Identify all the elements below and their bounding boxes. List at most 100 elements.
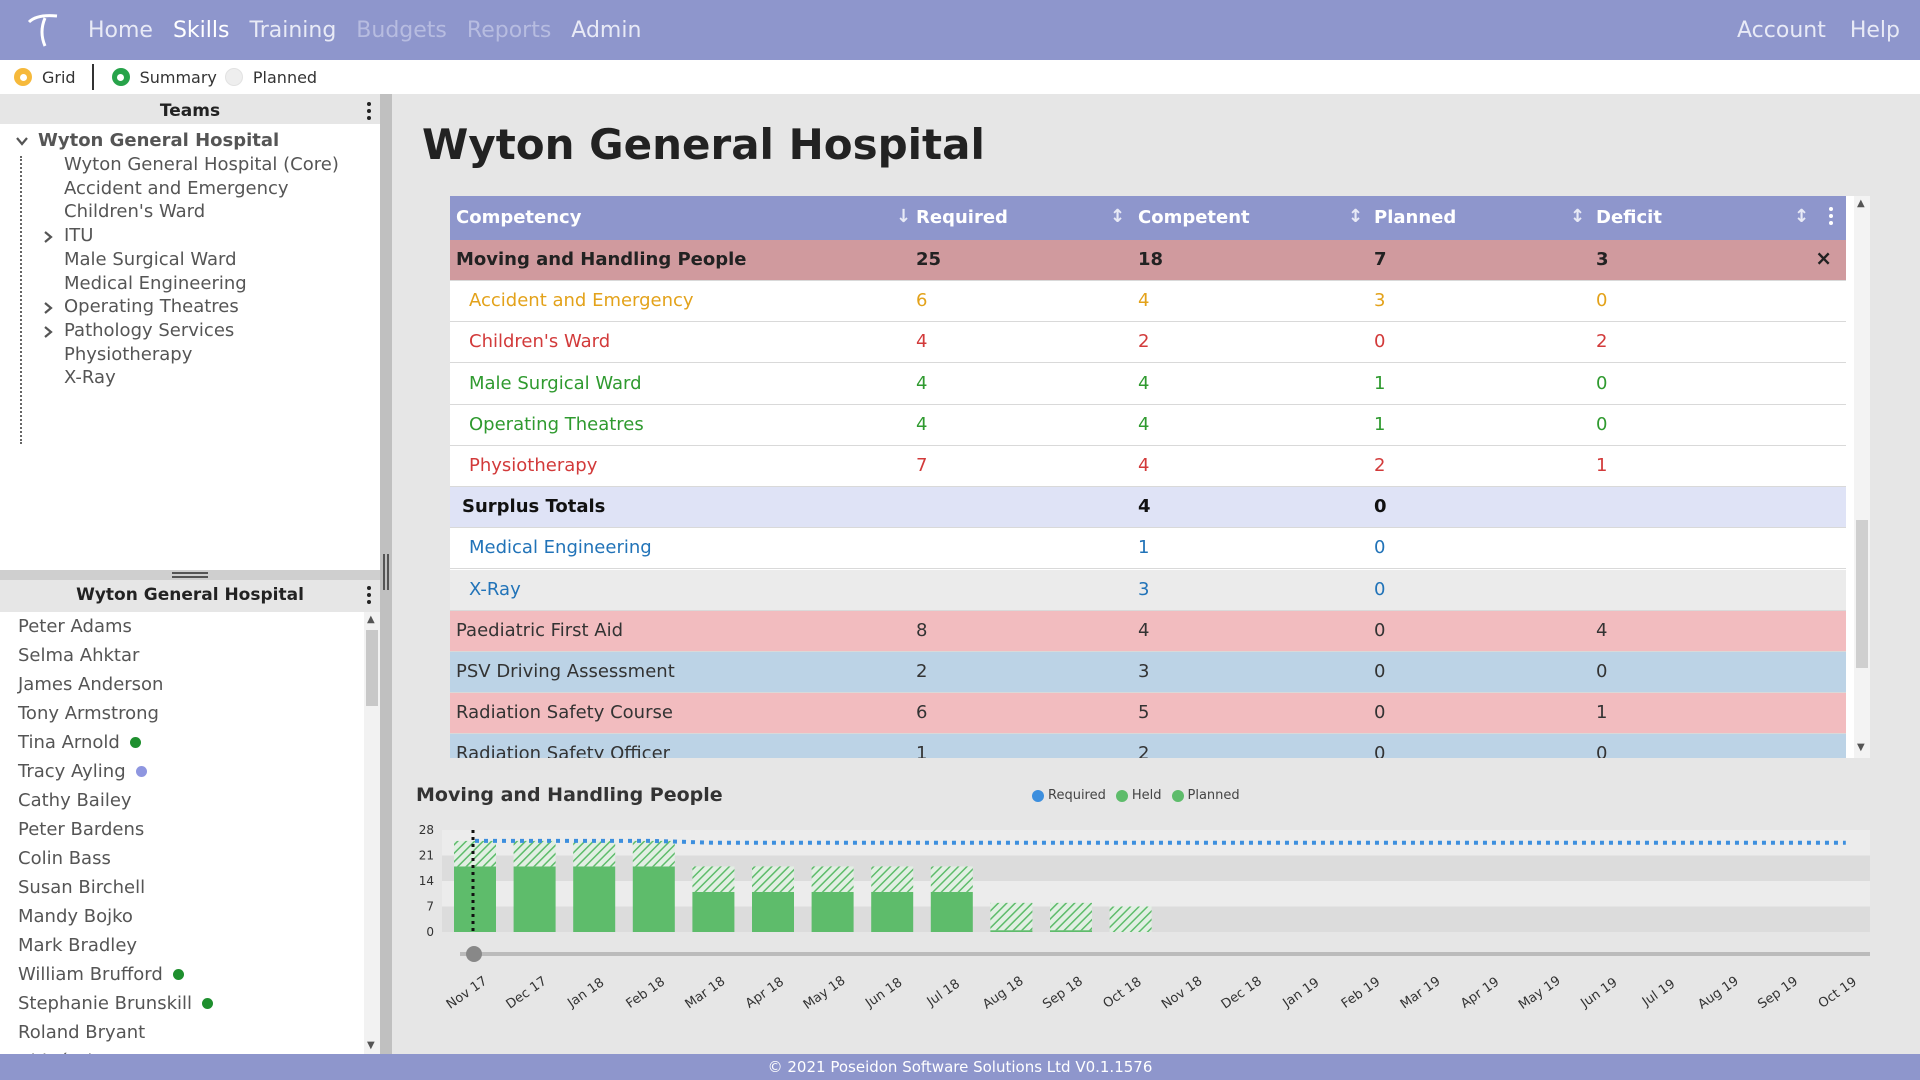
team-root[interactable]: Wyton General Hospital [16, 130, 279, 151]
person-item[interactable]: Roland Bryant [18, 1022, 145, 1043]
person-item[interactable]: Stephanie Brunskill [18, 993, 213, 1014]
scroll-down-icon[interactable]: ▼ [367, 1040, 377, 1051]
table-row[interactable]: Moving and Handling People 25 18 7 3 × [450, 240, 1846, 281]
team-item[interactable]: Male Surgical Ward [64, 249, 237, 270]
person-item[interactable]: Mandy Bojko [18, 906, 133, 927]
bar-planned[interactable] [632, 840, 675, 867]
bar-planned[interactable] [752, 866, 794, 892]
panel-splitter-horizontal[interactable] [0, 570, 380, 580]
sort-icon[interactable]: ↓ [896, 206, 911, 227]
bar-planned[interactable] [1050, 902, 1092, 931]
nav-item-5[interactable]: Admin [571, 18, 641, 43]
bar-planned[interactable] [871, 866, 914, 892]
table-row[interactable]: PSV Driving Assessment 2 3 0 0 [450, 652, 1846, 693]
panel-splitter-vertical[interactable] [380, 94, 392, 1054]
bar-held[interactable] [871, 891, 914, 932]
bar-planned[interactable] [1109, 906, 1152, 933]
bar-planned[interactable] [811, 866, 854, 892]
summary-option[interactable]: Summary [111, 68, 217, 87]
team-item[interactable]: ITU [64, 225, 93, 246]
table-row[interactable]: X-Ray 3 0 [450, 569, 1846, 611]
chevron-right-icon[interactable] [42, 230, 54, 244]
team-item[interactable]: Accident and Emergency [64, 178, 289, 199]
team-item[interactable]: X-Ray [64, 367, 116, 388]
sort-icon[interactable]: ↕ [1570, 206, 1585, 227]
chevron-down-icon[interactable] [16, 135, 28, 147]
bar-held[interactable] [513, 866, 556, 932]
sort-icon[interactable]: ↕ [1110, 206, 1125, 227]
team-item[interactable]: Medical Engineering [64, 273, 247, 294]
app-logo[interactable] [20, 7, 66, 53]
table-row[interactable]: Surplus Totals 4 0 [450, 487, 1846, 529]
person-item[interactable]: Cathy Bailey [18, 790, 132, 811]
bar-held[interactable] [930, 891, 973, 932]
column-header[interactable]: Competency [456, 207, 581, 228]
nav-item-0[interactable]: Home [88, 18, 153, 43]
bar-planned[interactable] [573, 840, 616, 867]
close-icon[interactable]: × [1815, 246, 1832, 270]
person-item[interactable]: James Anderson [18, 674, 163, 695]
bar-planned[interactable] [692, 866, 735, 892]
scroll-up-icon[interactable]: ▲ [367, 614, 377, 625]
grid-option[interactable]: Grid [14, 68, 76, 87]
bar-held[interactable] [811, 891, 854, 932]
column-header[interactable]: Required [916, 207, 1008, 228]
table-row[interactable]: Paediatric First Aid 8 4 0 4 [450, 610, 1846, 652]
team-item[interactable]: Wyton General Hospital (Core) [64, 154, 339, 175]
table-row[interactable]: Medical Engineering 1 0 [450, 528, 1846, 570]
bar-held[interactable] [454, 866, 496, 932]
people-scrollbar[interactable]: ▲ ▼ [364, 612, 380, 1054]
chevron-right-icon[interactable] [42, 325, 54, 339]
people-scrollbar-thumb[interactable] [366, 630, 378, 706]
table-row[interactable]: Radiation Safety Officer 1 2 0 0 [450, 734, 1846, 758]
timeline-slider-handle[interactable] [466, 946, 482, 962]
column-header[interactable]: Deficit [1596, 207, 1662, 228]
person-item[interactable]: Susan Birchell [18, 877, 145, 898]
person-item[interactable]: Tony Armstrong [18, 703, 159, 724]
person-item[interactable]: Tracy Ayling [18, 761, 147, 782]
team-item[interactable]: Pathology Services [64, 320, 234, 341]
table-row[interactable]: Physiotherapy 7 4 2 1 [450, 446, 1846, 487]
column-header[interactable]: Competent [1138, 207, 1250, 228]
nav-item-4[interactable]: Reports [467, 18, 551, 43]
people-menu-icon[interactable] [366, 586, 372, 604]
scroll-up-icon[interactable]: ▲ [1857, 198, 1867, 209]
bar-held[interactable] [573, 866, 616, 932]
bar-held[interactable] [632, 866, 675, 932]
team-item[interactable]: Operating Theatres [64, 296, 239, 317]
teams-menu-icon[interactable] [366, 102, 372, 120]
table-row[interactable]: Accident and Emergency 6 4 3 0 [450, 281, 1846, 323]
sort-icon[interactable]: ↕ [1348, 206, 1363, 227]
nav-right-item-0[interactable]: Account [1737, 18, 1826, 43]
bar-planned[interactable] [990, 902, 1033, 931]
bar-held[interactable] [1050, 930, 1092, 932]
chevron-right-icon[interactable] [42, 301, 54, 315]
bar-planned[interactable] [513, 840, 556, 867]
person-item[interactable]: William Brufford [18, 964, 184, 985]
person-item[interactable]: Colin Bass [18, 848, 111, 869]
column-header[interactable]: Planned [1374, 207, 1456, 228]
grid-scrollbar-thumb[interactable] [1856, 520, 1868, 668]
team-item[interactable]: Physiotherapy [64, 344, 192, 365]
table-row[interactable]: Operating Theatres 4 4 1 0 [450, 404, 1846, 446]
person-item[interactable]: Mark Bradley [18, 935, 137, 956]
bar-held[interactable] [692, 891, 735, 932]
nav-right-item-1[interactable]: Help [1850, 18, 1900, 43]
bar-planned[interactable] [454, 840, 496, 867]
person-item[interactable]: Selma Ahktar [18, 645, 139, 666]
bar-held[interactable] [752, 891, 794, 932]
bar-held[interactable] [990, 930, 1033, 932]
person-item[interactable]: Peter Bardens [18, 819, 144, 840]
team-item[interactable]: Children's Ward [64, 201, 205, 222]
grid-menu-icon[interactable] [1828, 207, 1834, 225]
planned-option[interactable]: Planned [224, 68, 317, 87]
nav-item-1[interactable]: Skills [173, 18, 230, 43]
nav-item-3[interactable]: Budgets [356, 18, 447, 43]
nav-item-2[interactable]: Training [249, 18, 336, 43]
table-row[interactable]: Radiation Safety Course 6 5 0 1 [450, 693, 1846, 735]
bar-planned[interactable] [930, 866, 973, 892]
scroll-down-icon[interactable]: ▼ [1857, 742, 1867, 753]
table-row[interactable]: Children's Ward 4 2 0 2 [450, 322, 1846, 364]
sort-icon[interactable]: ↕ [1794, 206, 1809, 227]
grid-scrollbar[interactable]: ▲ ▼ [1854, 196, 1870, 758]
